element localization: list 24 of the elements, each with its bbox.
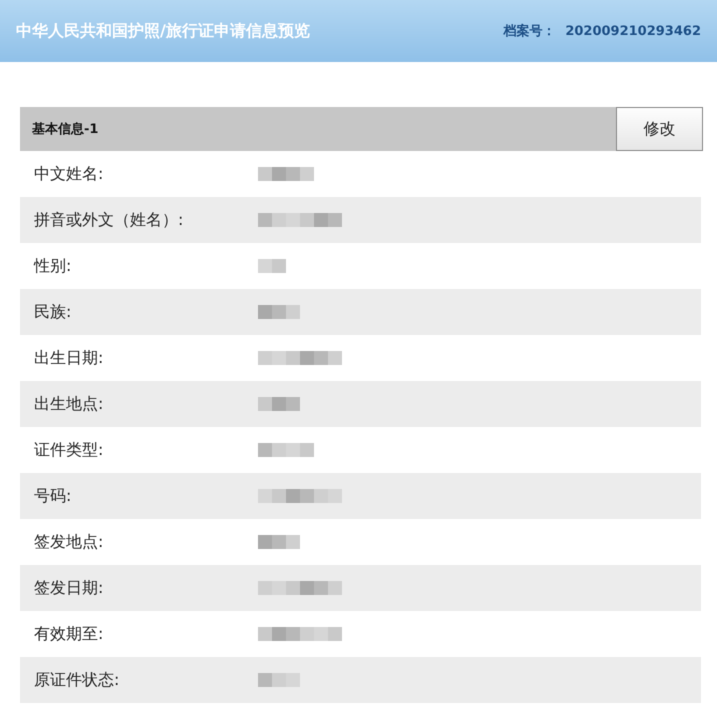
field-label: 性别:	[32, 256, 72, 276]
field-label: 中文姓名:	[33, 164, 104, 184]
field-label: 号码:	[33, 486, 72, 506]
field-label: 原证件状态:	[33, 670, 120, 690]
field-label: 民族:	[33, 302, 72, 322]
pixelated-value-drawing	[258, 443, 314, 457]
field-label: 出生地点:	[33, 394, 104, 414]
pixelated-value-drawing	[258, 259, 286, 273]
field-label: 有效期至:	[33, 624, 104, 644]
field-label: 证件类型:	[33, 440, 104, 460]
file-number: 202009210293462	[565, 24, 701, 38]
field-label: 出生日期:	[33, 348, 104, 368]
pixelated-value-drawing	[258, 397, 300, 411]
pixelated-value-drawing	[258, 535, 300, 549]
field-label: 签发日期:	[33, 578, 104, 598]
pixelated-value-drawing	[258, 305, 300, 319]
pixelated-value-drawing	[258, 167, 314, 181]
section-title: 基本信息-1	[32, 121, 98, 138]
edit-button[interactable]: 修改	[616, 107, 703, 151]
pixelated-value-drawing	[258, 673, 300, 687]
field-label: 签发地点:	[33, 532, 104, 552]
field-label: 拼音或外文（姓名）:	[33, 210, 184, 230]
file-number-label: 档案号：	[503, 22, 556, 40]
page-title: 中华人民共和国护照/旅行证申请信息预览	[16, 20, 310, 42]
